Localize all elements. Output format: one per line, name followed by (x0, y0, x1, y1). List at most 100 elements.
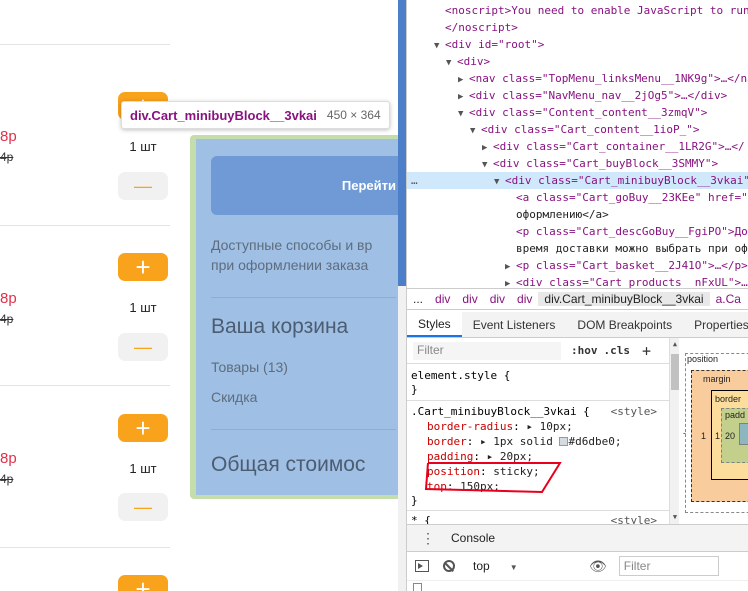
dom-node-text: <a class="Cart_goBuy__23KEe" href=" (516, 191, 748, 204)
rule-separator (407, 510, 669, 511)
dom-node[interactable]: ▶ <nav class="TopMenu_linksMenu__1NK9g">…… (458, 70, 748, 87)
expanded-triangle-icon[interactable]: ▼ (494, 174, 505, 191)
dom-node[interactable]: <noscript>You need to enable JavaScript … (445, 2, 748, 19)
plus-icon: + (135, 574, 151, 591)
decrease-quantity-button[interactable]: — (118, 493, 168, 521)
dom-node-text: <div class="Cart_content__1ioP_"> (481, 123, 700, 136)
page-scrollbar-thumb[interactable] (398, 0, 406, 286)
increase-quantity-button[interactable]: + (118, 575, 168, 591)
plus-icon: + (135, 252, 151, 282)
hover-state-toggle[interactable]: :hov (571, 344, 598, 357)
increase-quantity-button[interactable]: + (118, 414, 168, 442)
dom-node[interactable]: ▼ <div class="Content_content__3zmqV"> (458, 104, 707, 121)
item-quantity: 1 шт (129, 139, 157, 154)
tab-dom-breakpoints[interactable]: DOM Breakpoints (566, 312, 683, 337)
collapsed-triangle-icon[interactable]: ▶ (505, 276, 516, 288)
item-quantity: 1 шт (129, 461, 157, 476)
dom-node[interactable]: </noscript> (445, 19, 518, 36)
divider (211, 297, 396, 298)
css-value: ▸ 10px; (526, 420, 573, 433)
dom-node[interactable]: ▶ <div class="Cart_products__nFxUL">… (505, 274, 748, 288)
breadcrumb-item[interactable]: a.Ca (710, 292, 741, 306)
settings-checkbox[interactable] (413, 583, 422, 591)
console-drawer-header: ⋮ Console (407, 524, 748, 552)
dom-node[interactable]: ▼ <div id="root"> (434, 36, 544, 53)
item-old-price: 4р (0, 472, 14, 486)
box-model-value[interactable]: 1 (715, 431, 720, 441)
tab-event-listeners[interactable]: Event Listeners (462, 312, 567, 337)
dom-node-text: <div class="NavMenu_nav__2jOg5">…</div> (469, 89, 728, 102)
expanded-triangle-icon[interactable]: ▼ (470, 123, 481, 140)
clear-console-icon[interactable] (443, 560, 455, 572)
box-model-value[interactable]: 20 (725, 431, 735, 441)
delivery-description-line: при оформлении заказа (211, 257, 369, 273)
dom-node-selected[interactable]: … ▼ <div class="Cart_minibuyBlock__3vkai" (407, 172, 748, 189)
context-selector[interactable]: top ▼ (473, 559, 553, 573)
dom-node[interactable]: <p class="Cart_descGoBuy__FgiPO">До (516, 223, 748, 240)
css-declaration[interactable]: border-radius: ▸ 10px; (427, 419, 573, 434)
styles-filter-input[interactable]: Filter (413, 341, 561, 360)
breadcrumb-item[interactable]: div (429, 292, 456, 306)
dom-node[interactable]: ▶ <div class="NavMenu_nav__2jOg5">…</div> (458, 87, 727, 104)
more-options-icon[interactable]: … (411, 172, 418, 189)
expanded-triangle-icon[interactable]: ▼ (434, 38, 445, 55)
goods-count-label: Товары (13) (211, 359, 288, 375)
dom-node[interactable]: ▼ <div class="Cart_buyBlock__3SMMY"> (482, 155, 718, 172)
dom-node[interactable]: время доставки можно выбрать при оф (516, 240, 748, 257)
console-toolbar: top ▼ 👁 Filter (407, 552, 748, 580)
minus-icon: — (134, 336, 152, 357)
tooltip-element-size: 450 × 364 (326, 108, 381, 122)
styles-scrollbar-thumb[interactable] (671, 354, 679, 390)
show-sidebar-icon[interactable] (415, 560, 429, 572)
styles-filter-row: Filter :hov .cls + (407, 338, 677, 364)
dom-node[interactable]: ▶ <div class="Cart_container__1LR2G">…</ (482, 138, 745, 155)
breadcrumb-item-active[interactable]: div.Cart_minibuyBlock__3vkai (538, 292, 710, 306)
rule-source[interactable]: <style> (611, 404, 657, 419)
new-rule-button[interactable]: + (642, 342, 651, 360)
breadcrumb-item[interactable]: ... (407, 292, 429, 306)
rule-header: * { <style> (411, 513, 667, 524)
checkout-button[interactable]: Перейти (211, 156, 398, 215)
tab-console[interactable]: Console (451, 531, 495, 545)
dom-node-text: <div class="Cart_container__1LR2G">…</ (493, 140, 745, 153)
expanded-triangle-icon[interactable]: ▼ (446, 55, 457, 72)
minus-icon: — (134, 175, 152, 196)
decrease-quantity-button[interactable]: — (118, 333, 168, 361)
css-value: #d6dbe0; (568, 435, 622, 448)
dom-node[interactable]: оформлению</a> (516, 206, 609, 223)
item-old-price: 4р (0, 312, 14, 326)
dom-node[interactable]: ▼ <div> (446, 53, 490, 70)
breadcrumb-item[interactable]: div (484, 292, 511, 306)
console-filter-input[interactable]: Filter (618, 556, 719, 576)
dom-node[interactable]: <a class="Cart_goBuy__23KEe" href=" (516, 189, 748, 206)
plus-icon: + (135, 413, 151, 443)
drawer-menu-icon[interactable]: ⋮ (421, 530, 435, 547)
increase-quantity-button[interactable]: + (118, 253, 168, 281)
breadcrumb-item[interactable]: div (511, 292, 538, 306)
tab-styles[interactable]: Styles (407, 312, 462, 337)
box-model-content (739, 423, 748, 445)
decrease-quantity-button[interactable]: — (118, 172, 168, 200)
page-scrollbar[interactable] (398, 0, 406, 591)
dom-node[interactable]: ▶ <p class="Cart_basket__2J41O">…</p> (505, 257, 748, 274)
rule-source[interactable]: <style> (611, 513, 657, 524)
expanded-triangle-icon[interactable]: ▼ (458, 106, 469, 123)
css-property: border (427, 435, 467, 448)
live-expression-eye-icon[interactable]: 👁 (589, 558, 607, 575)
tab-properties[interactable]: Properties (683, 312, 748, 337)
dom-node-text: <div class="Cart_buyBlock__3SMMY"> (493, 157, 719, 170)
dom-node-text: <div class="Cart_products__nFxUL">… (516, 276, 748, 288)
rule-selector[interactable]: .Cart_minibuyBlock__3vkai { (411, 405, 590, 418)
box-model-value[interactable]: 1 (701, 431, 706, 441)
rule-selector[interactable]: * { (411, 514, 431, 524)
delivery-description: Доступные способы и вр при оформлении за… (211, 235, 398, 275)
dom-node[interactable]: ▼ <div class="Cart_content__1ioP_"> (470, 121, 700, 138)
element-style-rule[interactable]: element.style { (411, 368, 510, 383)
styles-scrollbar[interactable]: ▲ ▼ (669, 338, 679, 524)
red-annotation-outline (424, 462, 562, 494)
box-model-value[interactable]: - (683, 428, 686, 438)
css-declaration[interactable]: border: ▸ 1px solid #d6dbe0; (427, 434, 621, 449)
rule-close-brace: } (411, 494, 418, 507)
breadcrumb-item[interactable]: div (456, 292, 483, 306)
class-toggle[interactable]: .cls (604, 344, 631, 357)
